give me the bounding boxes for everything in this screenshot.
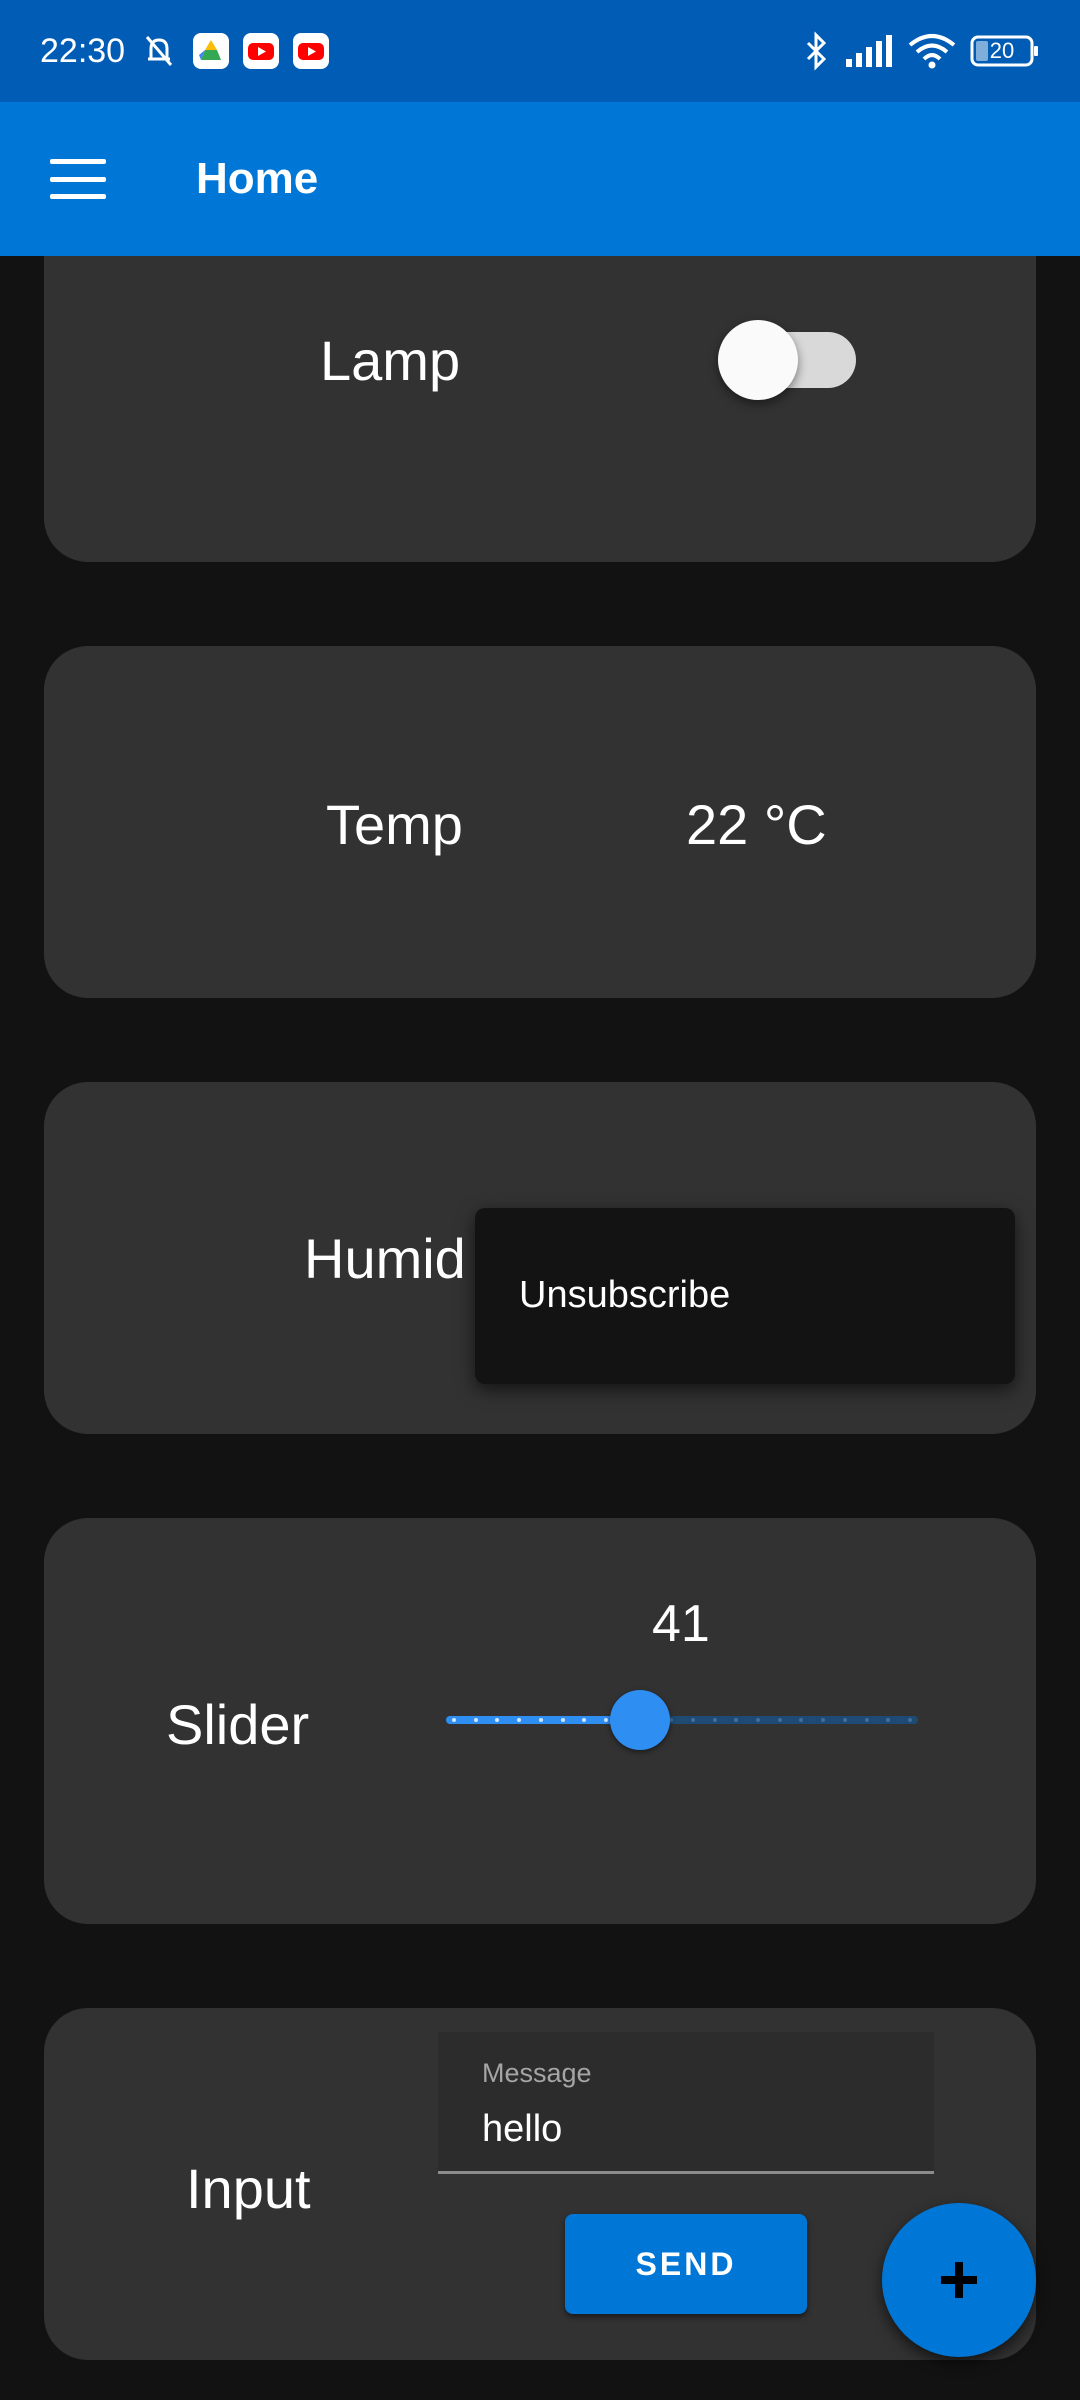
add-fab-button[interactable] [882, 2203, 1036, 2357]
slider-tick [756, 1718, 760, 1722]
drive-icon [193, 33, 230, 69]
slider-tick [908, 1718, 912, 1722]
temp-value: 22 °C [686, 793, 827, 856]
temp-label: Temp [326, 793, 463, 856]
slider-tick [474, 1718, 478, 1722]
switch-thumb [718, 320, 798, 400]
status-bar: 22:30 20 [0, 0, 1080, 102]
slider-tick [734, 1718, 738, 1722]
slider-tick [821, 1718, 825, 1722]
message-field-value[interactable]: hello [482, 2108, 562, 2151]
page-title: Home [196, 154, 319, 203]
temp-card: Temp 22 °C [44, 646, 1036, 998]
message-field[interactable]: Message hello [438, 2032, 934, 2174]
lamp-switch[interactable] [718, 320, 856, 400]
context-menu: Unsubscribe [475, 1208, 1015, 1384]
slider-tick [799, 1718, 803, 1722]
slider-tick [886, 1718, 890, 1722]
message-field-label: Message [482, 2058, 592, 2088]
youtube-icon [293, 33, 330, 69]
slider-tick [582, 1718, 586, 1722]
slider-value: 41 [652, 1595, 710, 1653]
lamp-label: Lamp [320, 329, 461, 392]
slider-thumb[interactable] [610, 1690, 670, 1750]
battery-level: 20 [989, 38, 1015, 63]
send-button[interactable]: SEND [565, 2214, 807, 2314]
slider-tick [604, 1718, 608, 1722]
hamburger-menu-icon[interactable] [50, 159, 106, 199]
slider[interactable] [446, 1690, 918, 1750]
slider-tick [561, 1718, 565, 1722]
signal-icon [844, 33, 894, 69]
youtube-icon [243, 33, 280, 69]
slider-tick [495, 1718, 499, 1722]
bluetooth-icon [804, 31, 830, 71]
slider-tick [713, 1718, 717, 1722]
humid-label: Humid [304, 1227, 466, 1290]
slider-tick [691, 1718, 695, 1722]
menu-item-unsubscribe[interactable]: Unsubscribe [519, 1274, 730, 1317]
input-label: Input [186, 2157, 311, 2220]
slider-tick [539, 1718, 543, 1722]
app-bar: Home [0, 102, 1080, 256]
mute-bell-icon [139, 31, 179, 71]
status-time: 22:30 [40, 31, 126, 70]
slider-tick [778, 1718, 782, 1722]
plus-icon [937, 2258, 981, 2302]
status-bar-left: 22:30 [40, 31, 330, 71]
wifi-icon [908, 33, 956, 69]
slider-tick [843, 1718, 847, 1722]
slider-tick [452, 1718, 456, 1722]
slider-tick [517, 1718, 521, 1722]
slider-label: Slider [166, 1693, 310, 1756]
battery-icon: 20 [970, 34, 1040, 68]
slider-tick [865, 1718, 869, 1722]
status-bar-right: 20 [804, 31, 1040, 71]
